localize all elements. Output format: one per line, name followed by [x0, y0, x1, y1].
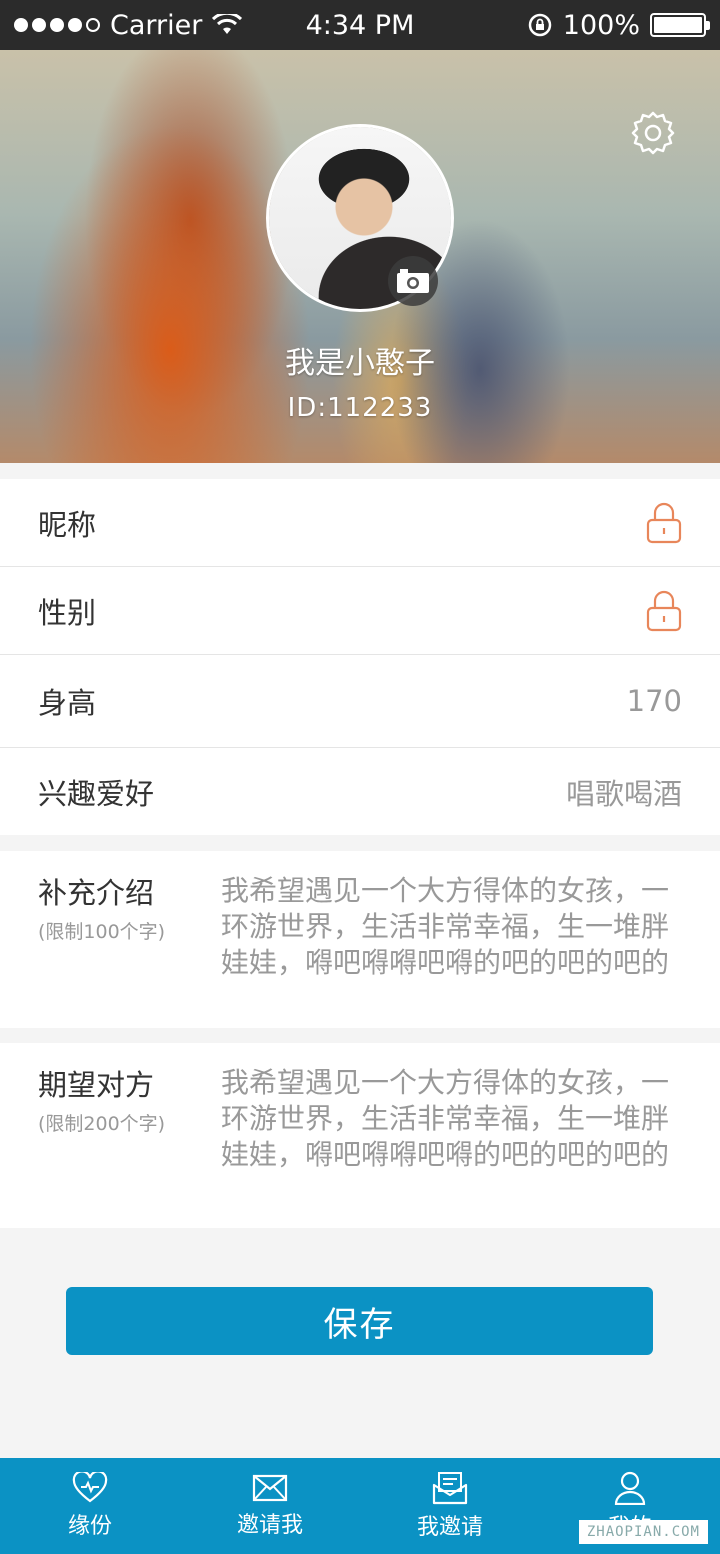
- expect-label: 期望对方: [38, 1068, 155, 1102]
- row-height[interactable]: 身高 170: [0, 655, 720, 748]
- envelope-icon: [252, 1474, 288, 1502]
- status-right: 100%: [527, 9, 710, 41]
- expect-label-group: 期望对方 (限制200个字): [38, 1065, 208, 1136]
- wifi-icon: [212, 14, 243, 34]
- lock-icon: [646, 502, 682, 543]
- row-label: 性别: [38, 595, 97, 630]
- tab-label: 我邀请: [416, 1515, 483, 1540]
- status-left: Carrier: [14, 9, 243, 41]
- user-id: ID:112233: [287, 393, 433, 423]
- letter-icon: [432, 1472, 468, 1505]
- user-name: 我是小憨子: [285, 346, 435, 381]
- intro-section[interactable]: 补充介绍 (限制100个字) 我希望遇见一个大方得体的女孩，一环游世界，生活非常…: [0, 851, 720, 1028]
- profile-header: 我是小憨子 ID:112233: [0, 50, 720, 463]
- tab-invites-me[interactable]: 邀请我: [180, 1458, 360, 1554]
- row-label: 兴趣爱好: [38, 776, 155, 811]
- intro-text[interactable]: 我希望遇见一个大方得体的女孩，一环游世界，生活非常幸福，生一堆胖娃娃，嘚吧嘚嘚吧…: [221, 873, 686, 981]
- tab-label: 邀请我: [236, 1513, 303, 1538]
- person-icon: [614, 1471, 646, 1505]
- row-gender[interactable]: 性别: [0, 567, 720, 655]
- row-hobbies[interactable]: 兴趣爱好 唱歌喝酒: [0, 748, 720, 835]
- tab-label: 缘份: [67, 1514, 112, 1539]
- save-button[interactable]: 保存: [66, 1287, 653, 1355]
- row-value: 唱歌喝酒: [565, 776, 682, 811]
- status-bar: Carrier 4:34 PM 100%: [0, 0, 720, 50]
- watermark: ZHAOPIAN.COM: [578, 1520, 708, 1544]
- gear-icon: [631, 111, 675, 155]
- row-label: 身高: [38, 686, 97, 720]
- battery-percent: 100%: [562, 9, 640, 41]
- heart-icon: [72, 1472, 108, 1503]
- settings-button[interactable]: [628, 108, 678, 158]
- row-nickname[interactable]: 昵称: [0, 479, 720, 567]
- lock-icon: [646, 590, 682, 631]
- expect-section[interactable]: 期望对方 (限制200个字) 我希望遇见一个大方得体的女孩，一环游世界，生活非常…: [0, 1043, 720, 1228]
- basic-info-group: 昵称 性别 身高 170 兴趣爱好 唱歌喝酒: [0, 479, 720, 835]
- signal-icon: [14, 18, 100, 32]
- expect-limit: (限制200个字): [38, 1113, 166, 1135]
- change-avatar-button[interactable]: [388, 256, 438, 306]
- camera-icon: [397, 269, 429, 293]
- intro-limit: (限制100个字): [38, 921, 166, 943]
- intro-label-group: 补充介绍 (限制100个字): [38, 873, 208, 944]
- carrier-label: Carrier: [110, 9, 203, 41]
- tab-my-invites[interactable]: 我邀请: [360, 1458, 540, 1554]
- intro-label: 补充介绍: [38, 876, 155, 910]
- row-value: 170: [626, 684, 682, 718]
- rotation-lock-icon: [528, 13, 552, 37]
- tab-bar: 缘份 邀请我 我邀请 我的 ZHAOPIAN.COM: [0, 1458, 720, 1554]
- row-label: 昵称: [38, 507, 97, 542]
- battery-icon: [650, 13, 710, 37]
- expect-text[interactable]: 我希望遇见一个大方得体的女孩，一环游世界，生活非常幸福，生一堆胖娃娃，嘚吧嘚嘚吧…: [221, 1065, 686, 1173]
- tab-fate[interactable]: 缘份: [0, 1458, 180, 1554]
